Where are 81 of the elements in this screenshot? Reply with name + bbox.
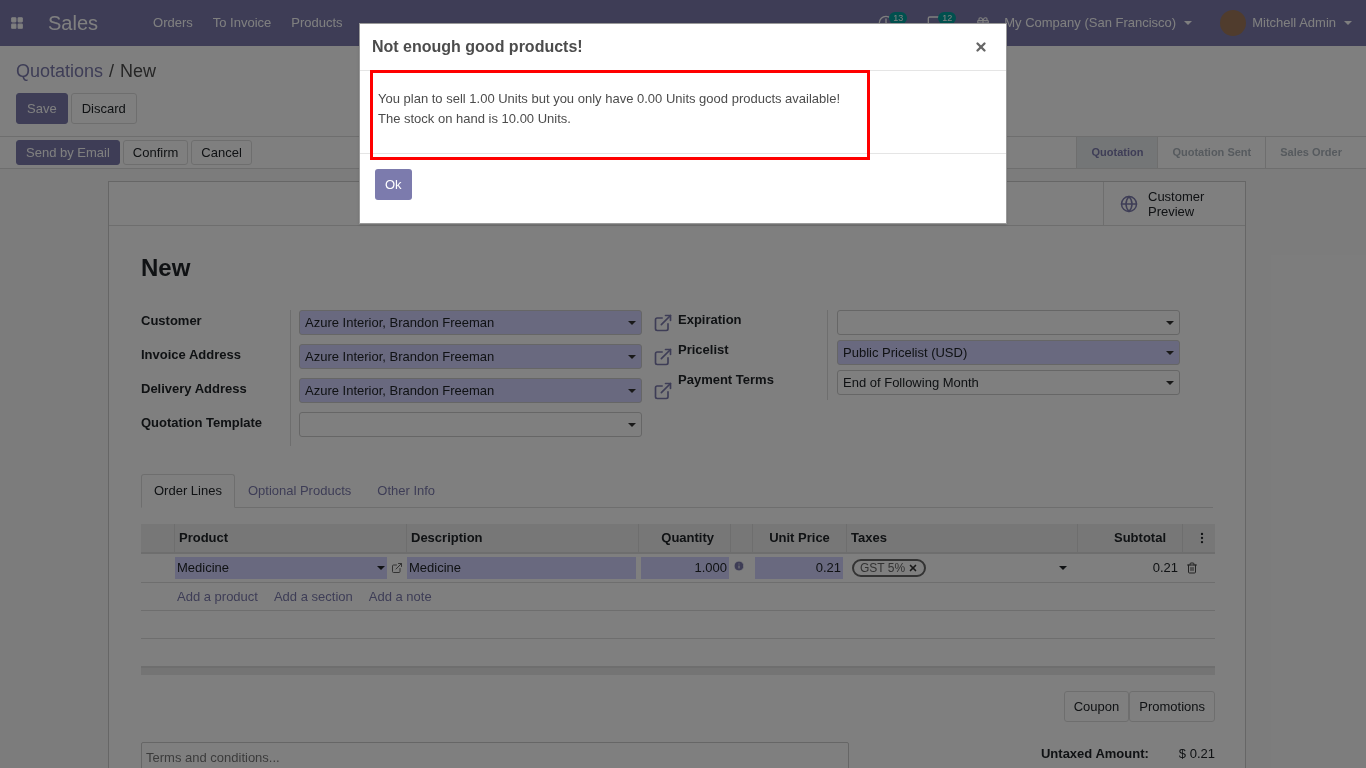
dialog-message: The stock on hand is 10.00 Units. (378, 110, 572, 128)
field-label: Invoice Address (141, 344, 291, 378)
menu-link[interactable]: To Invoice (202, 13, 282, 33)
select-field[interactable] (299, 412, 642, 437)
record-title: New (141, 253, 192, 283)
caret-icon (1059, 566, 1067, 570)
action-button[interactable]: Confirm (122, 140, 189, 165)
dialog-title: Not enough good products! (372, 37, 583, 57)
caret-icon (1166, 380, 1174, 385)
avatar (1220, 10, 1247, 36)
globe-icon (1120, 194, 1138, 213)
form-button[interactable]: Discard (70, 93, 137, 124)
unit-price-input[interactable]: 0.21 (755, 557, 843, 579)
tax-tag: GST 5% (852, 559, 927, 577)
info-icon[interactable] (733, 560, 745, 572)
add-line-link[interactable]: Add a section (273, 588, 353, 605)
total-label: Untaxed Amount: (1041, 746, 1149, 762)
total-value: $ 0.21 (1178, 746, 1215, 762)
select-field[interactable]: Public Pricelist (USD) (837, 340, 1180, 365)
select-field[interactable] (837, 310, 1180, 335)
field-label: Customer (141, 310, 291, 344)
caret-icon (628, 422, 636, 427)
subtotal-cell-text: 0.21 (1151, 560, 1179, 576)
field-label: Payment Terms (678, 370, 828, 400)
action-button[interactable]: Send by Email (16, 140, 120, 165)
caret-icon (377, 566, 385, 570)
caret-icon (1344, 21, 1352, 25)
add-line-link[interactable]: Add a note (368, 588, 432, 605)
stage-step[interactable]: Quotation (1076, 137, 1158, 168)
field-label: Quotation Template (141, 412, 291, 446)
user-menu[interactable]: Mitchell Admin (1252, 13, 1352, 33)
field-label: Pricelist (678, 340, 828, 370)
select-field[interactable]: Azure Interior, Brandon Freeman (299, 310, 642, 335)
add-line-link[interactable]: Add a product (177, 588, 258, 605)
product-select[interactable]: Medicine (175, 557, 387, 579)
action-button[interactable]: Cancel (191, 140, 252, 165)
delete-icon[interactable] (1186, 562, 1198, 574)
caret-icon (628, 354, 636, 359)
description-input[interactable]: Medicine (407, 557, 636, 579)
external-link-icon[interactable] (653, 347, 673, 367)
terms-field[interactable]: Terms and conditions... (141, 742, 849, 768)
menu-link[interactable]: Products (281, 13, 353, 33)
ok-button[interactable]: Ok (375, 169, 412, 200)
close-icon[interactable] (974, 40, 988, 54)
caret-icon (628, 388, 636, 393)
dialog-message: You plan to sell 1.00 Units but you only have 0.00 Units good products available! (378, 90, 842, 108)
apps-menu-icon[interactable] (10, 16, 24, 30)
count-badge: 12 (938, 12, 957, 24)
caret-icon (1184, 21, 1193, 25)
form-tab[interactable]: Order Lines (141, 474, 235, 508)
column-header[interactable]: Quantity (639, 524, 731, 552)
field-label: Delivery Address (141, 378, 291, 412)
form-tab[interactable]: Other Info (364, 474, 449, 508)
column-header[interactable]: Taxes (847, 524, 1078, 552)
column-header[interactable]: Unit Price (753, 524, 847, 552)
app-name: Sales (48, 11, 99, 36)
breadcrumb-separator: / (108, 60, 116, 83)
form-tab[interactable]: Optional Products (234, 474, 365, 508)
column-header[interactable]: Description (407, 524, 639, 552)
customer-preview-button[interactable]: Customer Preview (1103, 182, 1245, 225)
promo-button[interactable]: Coupon (1063, 691, 1130, 722)
menu-link[interactable]: Orders (143, 13, 203, 33)
count-badge: 13 (889, 12, 908, 24)
breadcrumb-item: New (120, 60, 157, 83)
promo-button[interactable]: Promotions (1129, 691, 1215, 722)
select-field[interactable]: Azure Interior, Brandon Freeman (299, 378, 642, 403)
select-field[interactable]: Azure Interior, Brandon Freeman (299, 344, 642, 369)
caret-icon (1166, 350, 1174, 355)
caret-icon (1166, 320, 1174, 325)
caret-icon (628, 320, 636, 325)
column-header[interactable]: Subtotal (1078, 524, 1183, 552)
breadcrumb-item[interactable]: Quotations (16, 58, 104, 85)
external-link-icon[interactable] (391, 562, 403, 574)
field-label: Expiration (678, 310, 828, 340)
external-link-icon[interactable] (653, 313, 673, 333)
external-link-icon[interactable] (653, 381, 673, 401)
remove-icon[interactable] (908, 563, 919, 573)
column-header[interactable]: Product (175, 524, 407, 552)
quantity-input[interactable]: 1.000 (641, 557, 729, 579)
form-button[interactable]: Save (16, 93, 68, 124)
select-field[interactable]: End of Following Month (837, 370, 1180, 395)
